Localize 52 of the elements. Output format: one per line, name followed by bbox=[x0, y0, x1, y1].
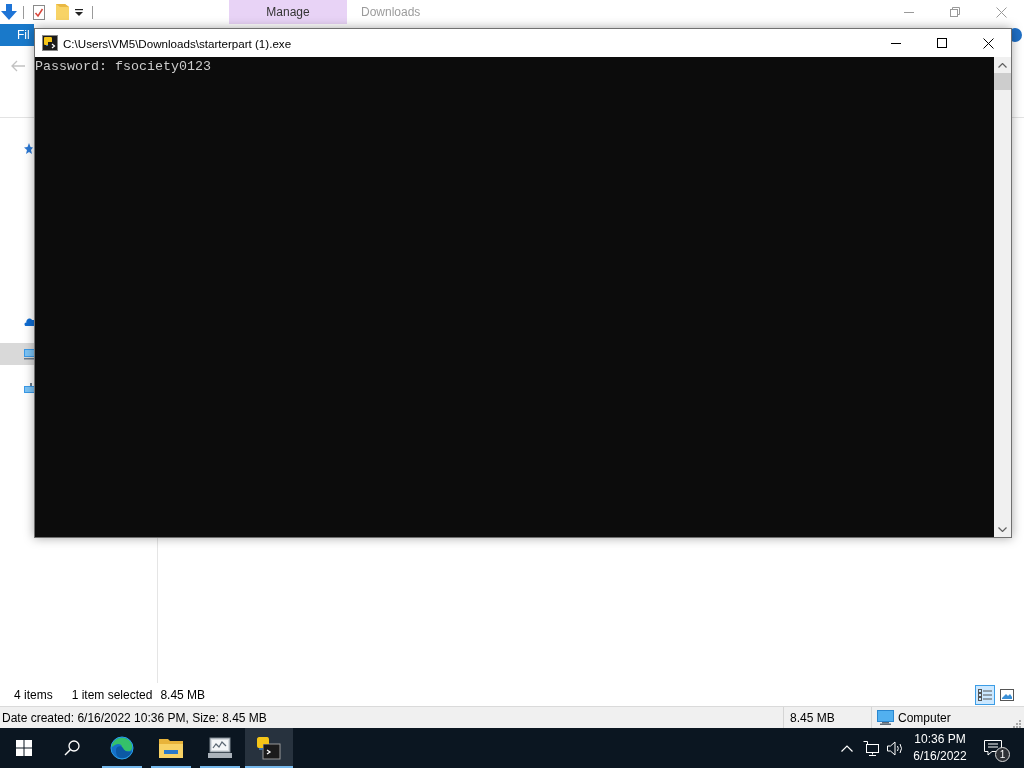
large-icons-view-icon bbox=[1000, 688, 1014, 701]
monitor-icon bbox=[24, 348, 34, 360]
console-title: C:\Users\VM5\Downloads\starterpart (1).exe bbox=[63, 36, 292, 50]
item-count: 4 items bbox=[14, 687, 53, 702]
notifications-button[interactable]: 1 bbox=[973, 728, 1013, 768]
check-document-icon bbox=[33, 4, 45, 20]
ribbon-context-tab[interactable]: Manage bbox=[229, 0, 347, 24]
close-icon bbox=[995, 6, 1007, 18]
star-icon bbox=[24, 142, 33, 154]
help-icon[interactable] bbox=[1012, 28, 1022, 42]
chevron-down-icon bbox=[998, 526, 1007, 532]
scrollbar[interactable] bbox=[994, 57, 1011, 537]
download-arrow-icon bbox=[1, 4, 17, 20]
file-size: 8.45 MB bbox=[790, 710, 835, 725]
search-icon bbox=[64, 740, 80, 756]
message-icon bbox=[984, 740, 1002, 756]
console-text: Password: fsociety0123 bbox=[35, 59, 211, 75]
chevron-up-icon bbox=[998, 62, 1007, 68]
computer-screen-icon bbox=[207, 737, 233, 759]
restore-icon bbox=[950, 7, 960, 17]
file-tab[interactable]: Fil bbox=[0, 24, 34, 46]
file-details: Date created: 6/16/2022 10:36 PM, Size: 8.45 MB bbox=[1, 710, 268, 725]
details-view-button[interactable] bbox=[975, 684, 995, 705]
chevron-up-icon bbox=[841, 744, 853, 752]
maximize-icon bbox=[937, 38, 947, 48]
details-view-icon bbox=[978, 688, 992, 701]
selection-status: 1 item selected bbox=[71, 687, 153, 702]
notification-count: 1 bbox=[995, 747, 1010, 762]
folder-icon bbox=[55, 4, 69, 20]
minimize-icon bbox=[904, 11, 914, 13]
selection-size: 8.45 MB bbox=[160, 687, 206, 702]
terminal-icon bbox=[257, 736, 281, 760]
network-monitor-icon bbox=[863, 740, 879, 756]
cloud-icon bbox=[24, 318, 34, 326]
clock[interactable]: 10:36 PM 6/16/2022 bbox=[907, 728, 973, 768]
back-arrow-icon bbox=[10, 58, 26, 74]
location-label: Computer bbox=[898, 710, 951, 725]
window-title: Downloads bbox=[361, 5, 421, 19]
minimize-icon bbox=[891, 42, 901, 44]
taskbar-app-button[interactable] bbox=[245, 728, 293, 768]
folder-icon bbox=[159, 737, 183, 759]
windows-logo-icon bbox=[16, 740, 32, 756]
terminal-icon bbox=[42, 35, 58, 51]
network-icon bbox=[24, 382, 34, 394]
nav-item[interactable] bbox=[0, 343, 34, 365]
resize-grip-icon[interactable] bbox=[1011, 718, 1021, 728]
scroll-thumb[interactable] bbox=[994, 73, 1011, 90]
speaker-icon bbox=[886, 740, 904, 756]
browser-icon bbox=[110, 736, 134, 760]
close-icon bbox=[982, 37, 994, 49]
caret-icon bbox=[75, 8, 83, 16]
computer-icon bbox=[877, 710, 894, 725]
